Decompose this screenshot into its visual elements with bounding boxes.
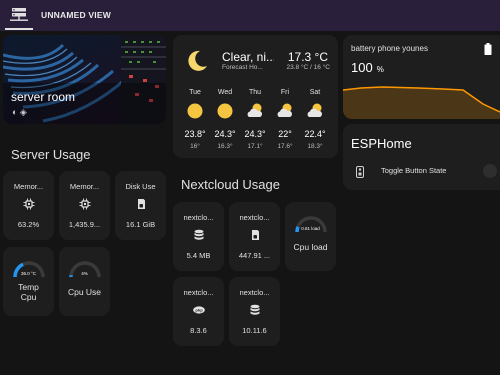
forecast-high: 24.3°	[214, 129, 236, 139]
picture-title: server room	[11, 90, 76, 104]
sun-icon	[187, 103, 203, 119]
cloud-sun-icon	[247, 103, 262, 117]
server-usage-title: Server Usage	[11, 147, 91, 162]
memory-use-mib-tile[interactable]: Memor... 1,435.9...	[59, 171, 110, 240]
moon-icon	[188, 50, 207, 71]
server-room-picture-card[interactable]: server room ◐ ◈	[3, 35, 166, 124]
sensor-value: 100%	[351, 60, 384, 75]
tile-name: nextclo...	[239, 288, 270, 297]
forecast-low: 17.6°	[277, 143, 293, 150]
forecast-day-name: Tue	[189, 89, 201, 96]
cpu-use-gauge-tile[interactable]: 4% Cpu Use	[59, 247, 110, 316]
temperature-range: 23.8 °C / 16 °C	[286, 64, 331, 71]
gauge-label: Cpu load	[293, 242, 328, 252]
nextcloud-php-version-tile[interactable]: nextclo... php 8.3.6	[173, 277, 224, 346]
weather-subtitle: Forecast Ho...	[222, 64, 263, 71]
database-icon	[194, 229, 203, 240]
current-temperature: 17.3 °C	[287, 50, 328, 64]
sensor-name: battery phone younes	[351, 44, 428, 53]
gauge-arc	[69, 261, 101, 278]
sun-icon	[217, 103, 233, 119]
nextcloud-usage-title: Nextcloud Usage	[181, 177, 280, 192]
forecast-high: 22.4°	[304, 129, 326, 139]
cloud-sun-icon	[307, 103, 322, 117]
tile-value: 1,435.9...	[68, 220, 101, 229]
tile-name: Memor...	[69, 182, 100, 191]
tile-name: nextclo...	[183, 288, 214, 297]
weather-forecast-card[interactable]: Clear, ni... Forecast Ho... 17.3 °C 23.8…	[173, 35, 338, 158]
gauge-arc	[295, 216, 327, 233]
database-icon	[250, 304, 259, 315]
memory-use-percent-tile[interactable]: Memor... 63.2%	[3, 171, 54, 240]
tile-value: 63.2%	[17, 220, 40, 229]
gauge-value: 4%	[81, 271, 88, 276]
battery-history-graph	[343, 86, 500, 119]
nextcloud-database-size-tile[interactable]: nextclo... 5.4 MB	[173, 202, 224, 271]
forecast-high: 24.3°	[244, 129, 266, 139]
sd-card-icon	[251, 230, 259, 240]
nextcloud-cpu-load-gauge-tile[interactable]: 0.61 load Cpu load	[285, 202, 336, 271]
gauge-label-line2: Cpu	[20, 292, 37, 302]
forecast-day-name: Thu	[248, 89, 262, 96]
forecast-day-name: Sat	[309, 89, 321, 96]
toggle-button-state-label: Toggle Button State	[381, 166, 447, 175]
forecast-day-name: Fri	[280, 89, 290, 96]
gauge-label: Cpu Use	[67, 287, 102, 297]
battery-unit: %	[376, 65, 384, 74]
cloud-sun-icon	[277, 103, 292, 117]
esphome-entities-card: ESPHome Toggle Button State	[343, 124, 500, 190]
picture-attribute-icons[interactable]: ◐ ◈	[12, 107, 27, 118]
server-network-icon[interactable]	[10, 8, 28, 22]
forecast-low: 17.1°	[247, 143, 263, 150]
forecast-day-name: Wed	[217, 89, 233, 96]
gauge-label-line1: Temp	[18, 282, 39, 292]
nextcloud-database-version-tile[interactable]: nextclo... 10.11.6	[229, 277, 280, 346]
tile-value: 8.3.6	[190, 326, 207, 335]
tile-name: Disk Use	[125, 182, 156, 191]
toggle-button-state-switch[interactable]	[483, 164, 497, 178]
svg-text:php: php	[195, 308, 203, 313]
forecast-low: 18.3°	[307, 143, 323, 150]
battery-value: 100	[351, 60, 373, 75]
active-tab-indicator	[5, 28, 33, 30]
server-room-image	[3, 35, 166, 124]
top-app-bar: UNNAMED VIEW	[0, 0, 500, 31]
remote-icon	[356, 166, 364, 178]
tile-value: 5.4 MB	[186, 251, 211, 260]
gauge-value: 0.61 load	[301, 226, 320, 231]
forecast-high: 23.8°	[184, 129, 206, 139]
chip-icon	[23, 198, 34, 210]
php-icon: php	[192, 306, 205, 314]
tile-value: 447.91 ...	[238, 251, 271, 260]
gauge-arc	[13, 261, 45, 278]
chip-icon	[79, 198, 90, 210]
gauge-value: 36.0 °C	[20, 271, 37, 276]
temp-cpu-gauge-tile[interactable]: 36.0 °C Temp Cpu	[3, 247, 54, 316]
tile-name: Memor...	[13, 182, 44, 191]
card-title: ESPHome	[351, 136, 412, 151]
battery-sensor-card[interactable]: battery phone younes 100%	[343, 35, 500, 119]
forecast-low: 16.3°	[217, 143, 233, 150]
tile-value: 10.11.6	[242, 326, 267, 335]
disk-use-tile[interactable]: Disk Use 16.1 GiB	[115, 171, 166, 240]
forecast-high: 22°	[278, 129, 292, 139]
sd-card-icon	[137, 199, 145, 209]
view-title[interactable]: UNNAMED VIEW	[41, 10, 111, 20]
tile-name: nextclo...	[183, 213, 214, 222]
weather-condition: Clear, ni...	[222, 50, 274, 64]
nextcloud-free-space-tile[interactable]: nextclo... 447.91 ...	[229, 202, 280, 271]
tile-name: nextclo...	[239, 213, 270, 222]
battery-full-icon	[484, 43, 492, 55]
forecast-low: 16°	[190, 143, 200, 150]
tile-value: 16.1 GiB	[125, 220, 156, 229]
